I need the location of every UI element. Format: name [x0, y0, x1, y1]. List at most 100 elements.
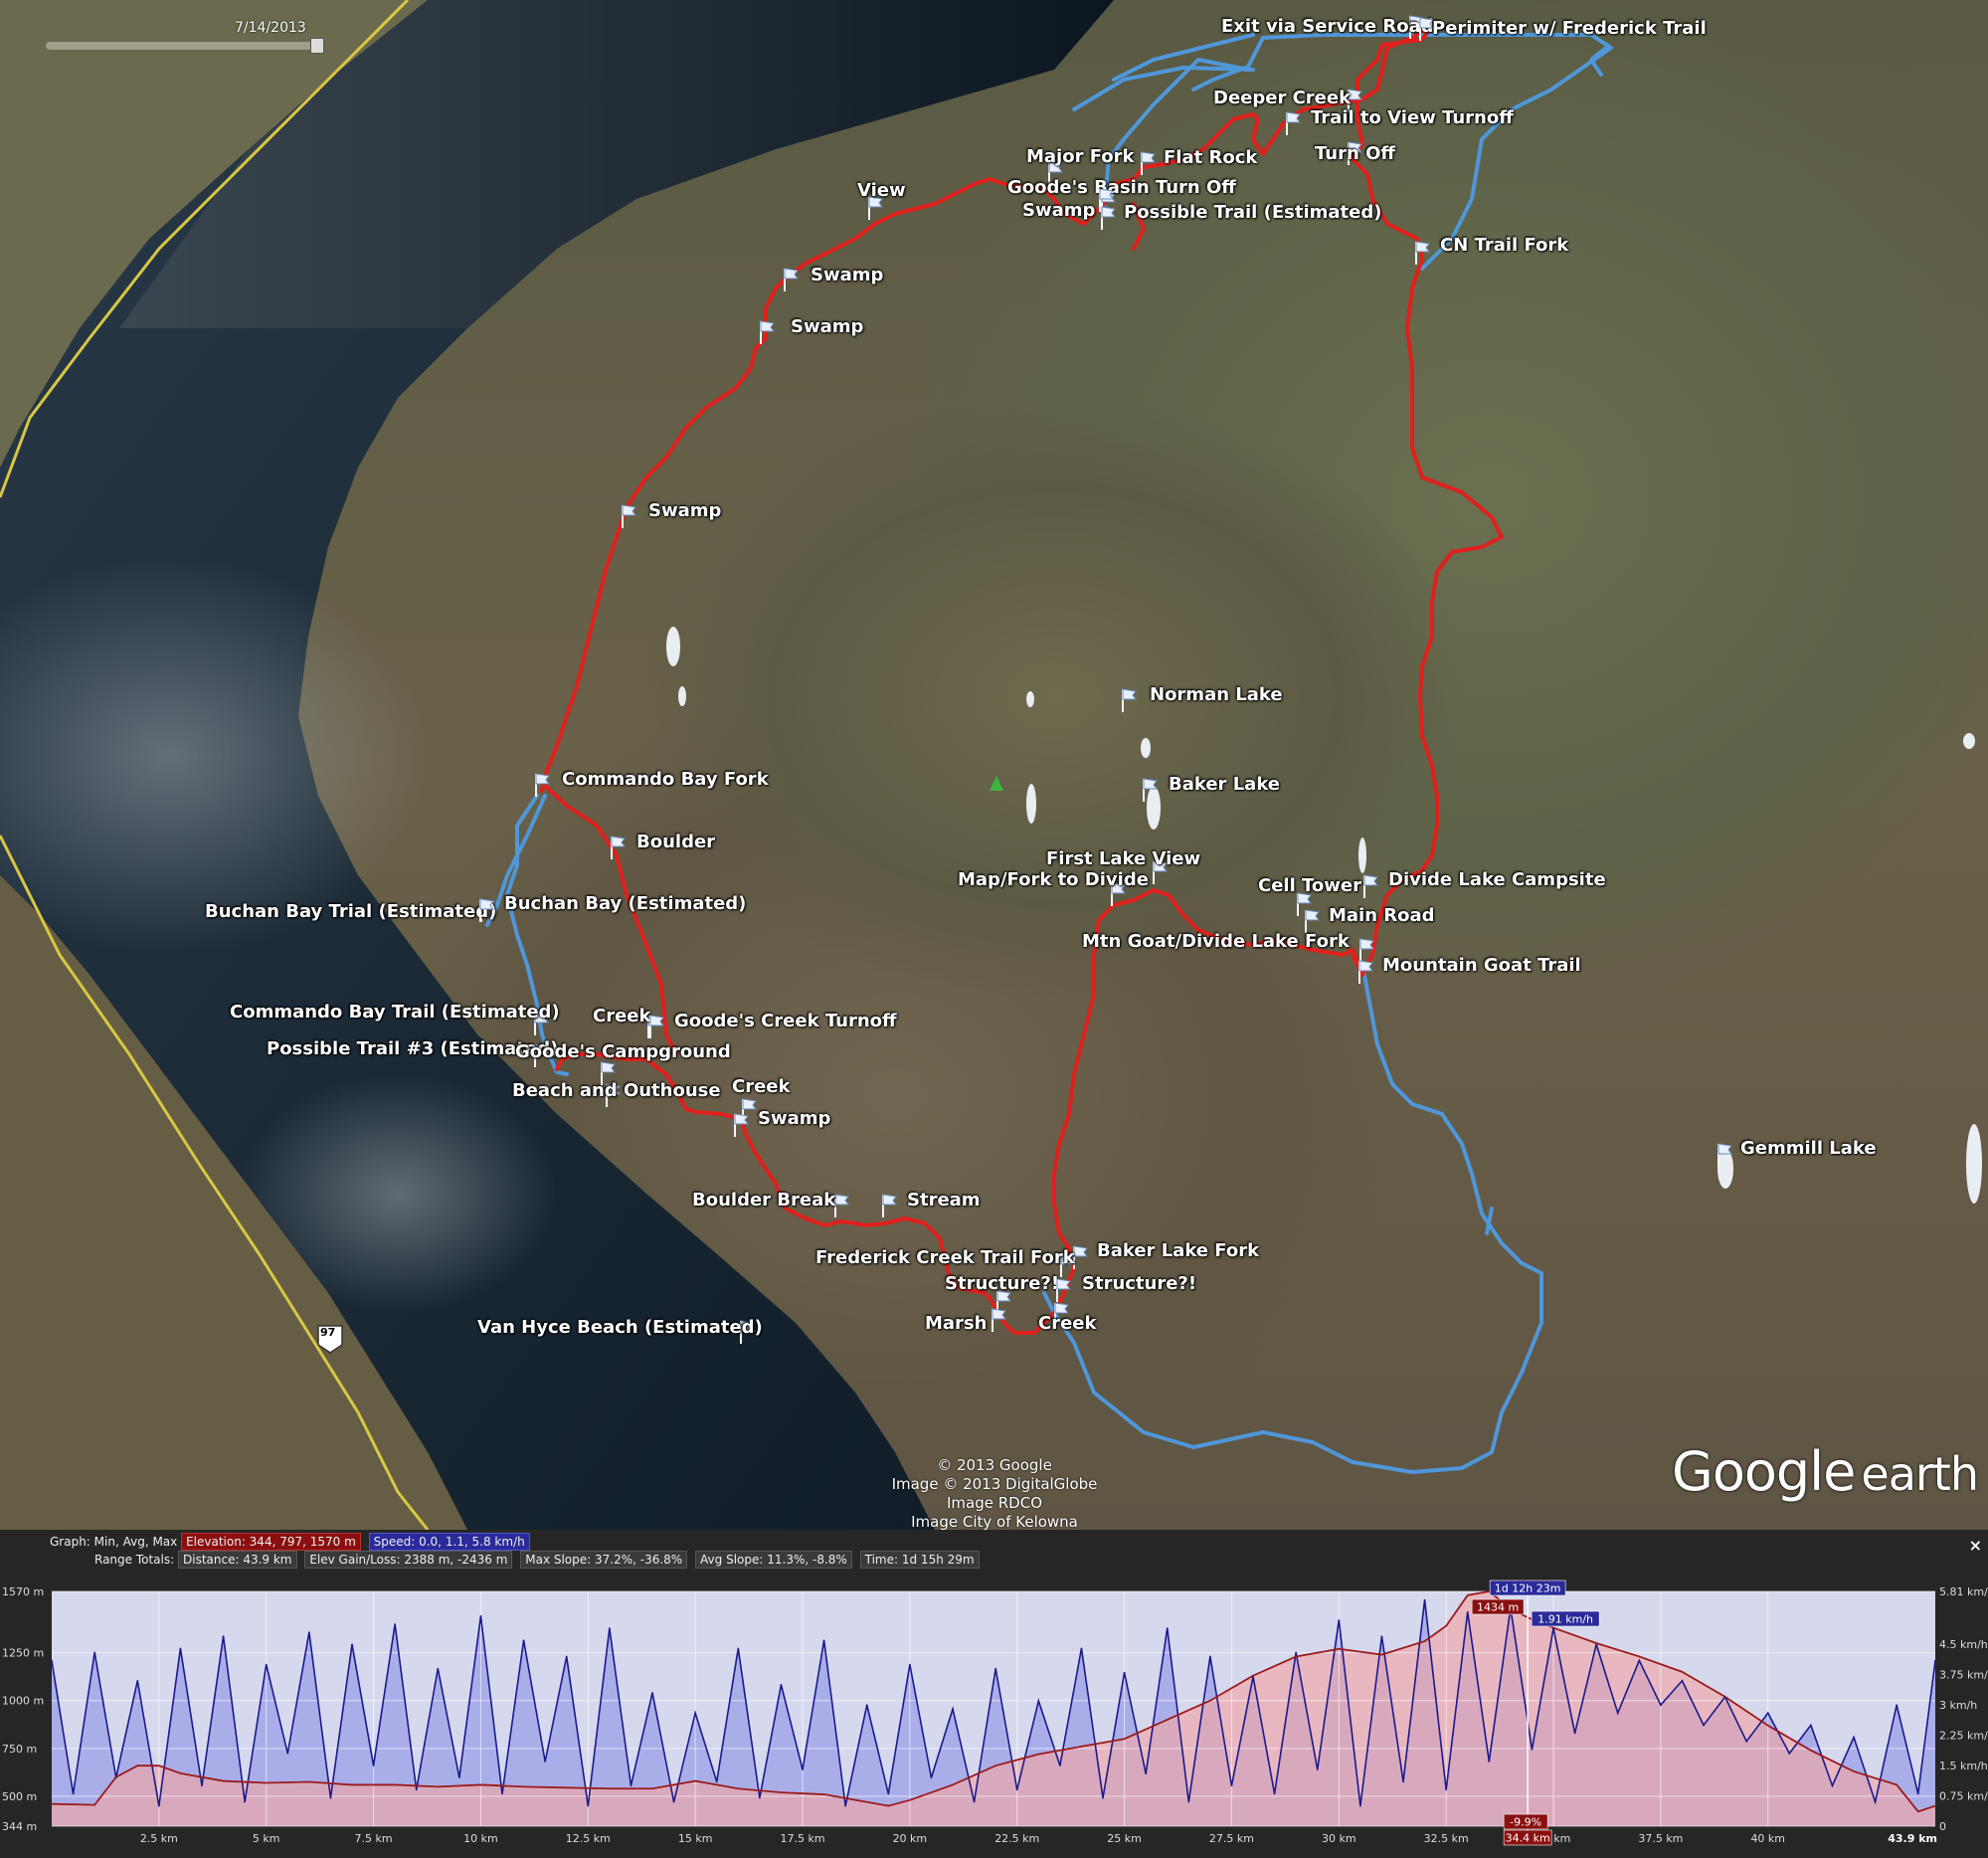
waypoint-label[interactable]: Deeper Creek	[1213, 90, 1351, 107]
waypoint-flag-icon[interactable]	[991, 1307, 1006, 1333]
waypoint-label[interactable]: Turn Off	[1315, 145, 1395, 163]
speed-point	[1466, 1610, 1469, 1613]
waypoint-label[interactable]: Perimiter w/ Frederick Trail	[1432, 20, 1707, 38]
close-profile-button[interactable]: ×	[1969, 1536, 1982, 1555]
waypoint-flag-icon[interactable]	[733, 1112, 749, 1138]
elevation-point	[437, 1785, 440, 1788]
waypoint-flag-icon[interactable]	[1055, 1277, 1071, 1303]
waypoint-flag-icon[interactable]	[610, 835, 626, 860]
waypoint-label[interactable]: Map/Fork to Divide	[958, 871, 1149, 889]
waypoint-label[interactable]: Mtn Goat/Divide Lake Fork	[1082, 933, 1350, 951]
waypoint-label[interactable]: Divide Lake Campsite	[1388, 871, 1606, 889]
credit-line: Image City of Kelowna	[911, 1513, 1078, 1530]
waypoint-label[interactable]: Creek	[732, 1078, 790, 1096]
waypoint-flag-icon[interactable]	[621, 503, 636, 529]
waypoint-flag-icon[interactable]	[1142, 777, 1158, 803]
waypoint-label[interactable]: Exit via Service Road	[1221, 18, 1434, 36]
speed-stat[interactable]: Speed: 0.0, 1.1, 5.8 km/h	[368, 1533, 530, 1551]
speed-point	[952, 1708, 954, 1711]
waypoint-label[interactable]: Creek	[593, 1008, 650, 1025]
waypoint-label[interactable]: Norman Lake	[1150, 686, 1283, 704]
profile-stats: Graph: Min, Avg, Max Elevation: 344, 797…	[0, 1530, 1988, 1579]
waypoint-label[interactable]: Baker Lake	[1169, 776, 1280, 794]
x-tick-label: 37.5 km	[1638, 1832, 1683, 1845]
waypoint-label[interactable]: Goode's Creek Turnoff	[674, 1013, 897, 1030]
elevation-point	[994, 1765, 996, 1766]
waypoint-label[interactable]: Main Road	[1329, 907, 1435, 925]
y-left-tick-label: 500 m	[2, 1790, 37, 1803]
speed-point	[1681, 1679, 1684, 1682]
time-slider-handle[interactable]	[310, 38, 324, 54]
waypoint-label[interactable]: Goode's Basin Turn Off	[1007, 179, 1236, 197]
y-left-tick-label: 1570 m	[2, 1585, 44, 1598]
waypoint-flag-icon[interactable]	[1121, 687, 1137, 713]
waypoint-flag-icon[interactable]	[1140, 150, 1156, 176]
waypoint-label[interactable]: Commando Bay Fork	[562, 771, 769, 789]
waypoint-flag-icon[interactable]	[1357, 959, 1373, 985]
speed-point	[1145, 1772, 1147, 1774]
waypoint-label[interactable]: Swamp	[648, 502, 721, 520]
waypoint-label[interactable]: Beach and Outhouse	[512, 1082, 721, 1100]
waypoint-flag-icon[interactable]	[759, 319, 775, 345]
time-slider-track[interactable]	[46, 42, 324, 50]
waypoint-label[interactable]: Buchan Bay (Estimated)	[504, 895, 746, 913]
x-tick-label: 20 km	[893, 1832, 928, 1845]
waypoint-label[interactable]: Boulder	[636, 834, 715, 851]
waypoint-label[interactable]: Baker Lake Fork	[1097, 1242, 1259, 1260]
speed-point	[372, 1765, 375, 1766]
time-slider[interactable]: 7/14/2013	[36, 18, 336, 54]
waypoint-label[interactable]: Boulder Break	[692, 1192, 835, 1209]
waypoint-label[interactable]: Stream	[907, 1192, 981, 1209]
waypoint-label[interactable]: Structure?!	[1082, 1275, 1196, 1293]
elevation-point	[780, 1791, 783, 1793]
waypoint-label[interactable]: Commando Bay Trail (Estimated)	[230, 1004, 560, 1022]
waypoint-label[interactable]: Structure?!	[945, 1275, 1059, 1293]
waypoint-flag-icon[interactable]	[478, 897, 494, 923]
waypoint-label[interactable]: CN Trail Fork	[1440, 237, 1568, 255]
waypoint-flag-icon[interactable]	[833, 1193, 849, 1218]
credit-line: Image RDCO	[947, 1494, 1042, 1512]
waypoint-label[interactable]: Goode's Campground	[515, 1043, 731, 1061]
waypoint-label[interactable]: Marsh	[925, 1315, 987, 1333]
waypoint-label[interactable]: Swamp	[811, 267, 883, 284]
speed-point	[1552, 1627, 1554, 1629]
speed-point	[286, 1753, 289, 1755]
speed-point	[672, 1800, 675, 1803]
elevation-stat[interactable]: Elevation: 344, 797, 1570 m	[181, 1533, 361, 1551]
waypoint-label[interactable]: Possible Trail (Estimated)	[1124, 204, 1381, 222]
waypoint-flag-icon[interactable]	[783, 267, 799, 292]
waypoint-flag-icon[interactable]	[881, 1193, 897, 1218]
speed-point	[1380, 1635, 1383, 1637]
waypoint-flag-icon[interactable]	[534, 772, 550, 798]
speed-point	[479, 1614, 482, 1617]
waypoint-label[interactable]: Gemmill Lake	[1740, 1140, 1877, 1158]
waypoint-label[interactable]: First Lake View	[1046, 850, 1200, 868]
waypoint-label[interactable]: Van Hyce Beach (Estimated)	[477, 1319, 763, 1337]
waypoint-label[interactable]: Flat Rock	[1164, 149, 1257, 167]
speed-point	[1934, 1659, 1936, 1662]
waypoint-flag-icon[interactable]	[1717, 1142, 1732, 1168]
speed-point	[1402, 1780, 1404, 1783]
waypoint-label[interactable]: Creek	[1038, 1315, 1096, 1333]
waypoint-label[interactable]: Cell Tower	[1258, 877, 1361, 895]
waypoint-label[interactable]: Frederick Creek Trail Fork	[815, 1249, 1075, 1267]
x-tick-label: 10 km	[463, 1832, 498, 1845]
speed-point	[1059, 1765, 1061, 1766]
waypoint-label[interactable]: Buchan Bay Trial (Estimated)	[205, 903, 496, 921]
elevation-point	[1766, 1724, 1769, 1727]
waypoint-flag-icon[interactable]	[1285, 110, 1301, 136]
waypoint-label[interactable]: View	[857, 182, 906, 200]
waypoint-flag-icon[interactable]	[1362, 873, 1378, 899]
waypoint-flag-icon[interactable]	[1414, 240, 1430, 266]
waypoint-label[interactable]: Swamp	[791, 318, 863, 336]
waypoint-label[interactable]: Swamp	[1022, 202, 1095, 220]
waypoint-label[interactable]: Trail to View Turnoff	[1311, 109, 1514, 127]
waypoint-flag-icon[interactable]	[648, 1014, 664, 1039]
waypoint-label[interactable]: Major Fork	[1026, 148, 1135, 166]
waypoint-flag-icon[interactable]	[1100, 205, 1116, 231]
satellite-map[interactable]: 7/14/2013 Exit via Service Road Perimiter…	[0, 0, 1988, 1530]
elevation-speed-chart[interactable]: 2.5 km 5 km 7.5 km 10 km 12.5 km 15 km 17.5 km…	[0, 1579, 1988, 1858]
waypoint-label[interactable]: Swamp	[758, 1110, 830, 1128]
elevation-point	[887, 1804, 890, 1807]
waypoint-label[interactable]: Mountain Goat Trail	[1382, 957, 1581, 975]
